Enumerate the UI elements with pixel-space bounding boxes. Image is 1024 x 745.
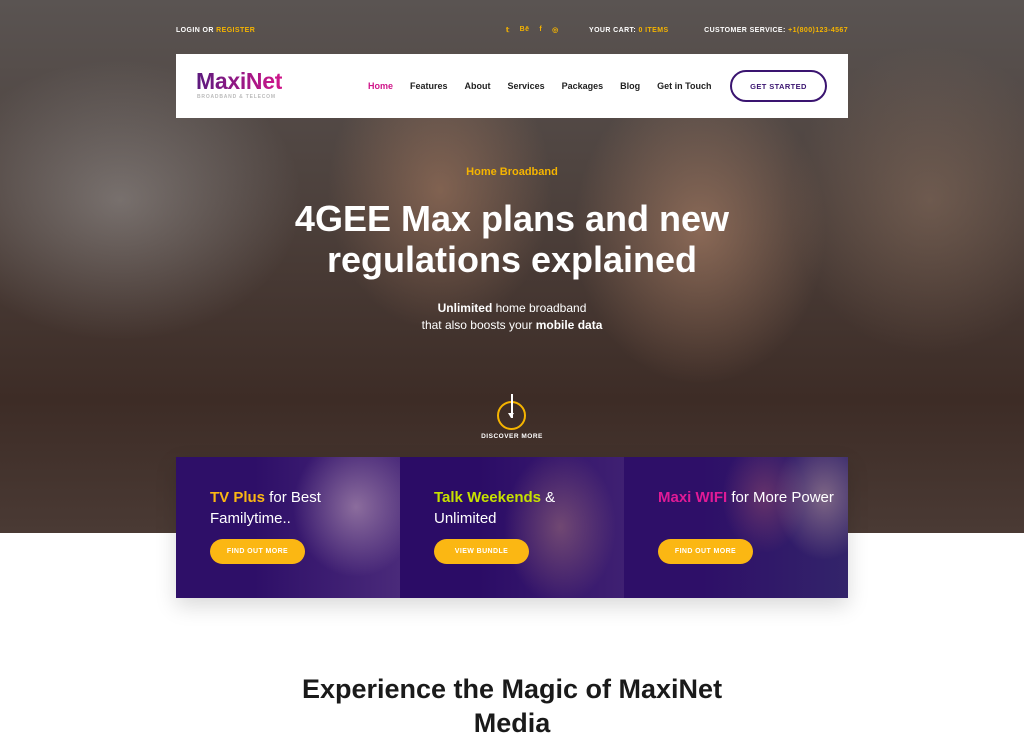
logo-tagline: BROADBAND & TELECOM <box>197 94 276 100</box>
get-started-button[interactable]: GET STARTED <box>730 70 827 102</box>
top-bar: LOGIN OR REGISTER 𝕥 Bē f ◎ YOUR CART: 0 … <box>176 26 848 39</box>
cart-count: 0 ITEMS <box>638 27 669 34</box>
nav-about[interactable]: About <box>465 81 491 91</box>
nav-blog[interactable]: Blog <box>620 81 640 91</box>
logo[interactable]: MaxiNet <box>196 68 282 95</box>
sub-start-2: that also boosts your <box>421 318 536 332</box>
view-bundle-button[interactable]: VIEW BUNDLE <box>434 539 529 564</box>
arrow-down-icon <box>508 394 514 418</box>
section-title-line-1: Experience the Magic of MaxiNet <box>301 674 723 704</box>
login-link[interactable]: LOGIN <box>176 27 200 34</box>
cs-phone[interactable]: +1(800)123-4567 <box>788 27 848 34</box>
nav-home[interactable]: Home <box>368 81 393 91</box>
register-link[interactable]: REGISTER <box>216 27 255 34</box>
section-title: Experience the Magic of MaxiNet Media <box>0 672 1024 740</box>
cart-link[interactable]: YOUR CART: 0 ITEMS <box>589 27 669 34</box>
headline-line-2: regulations explained <box>326 239 698 280</box>
discover-more-label[interactable]: DISCOVER MORE <box>0 433 1024 440</box>
hero-headline: 4GEE Max plans and new regulations explai… <box>0 198 1024 280</box>
card-title: Maxi WIFI for More Power <box>658 487 838 508</box>
behance-icon[interactable]: Bē <box>520 26 530 34</box>
section-title-line-2: Media <box>473 708 551 738</box>
card-title: Talk Weekends & Unlimited <box>434 487 614 529</box>
card-highlight: TV Plus <box>210 489 266 506</box>
twitter-icon[interactable]: 𝕥 <box>506 26 510 34</box>
promo-card: Talk Weekends & Unlimited VIEW BUNDLE <box>400 457 624 598</box>
card-highlight: Maxi WIFI <box>658 489 728 506</box>
instagram-icon[interactable]: ◎ <box>552 26 559 34</box>
card-highlight: Talk Weekends <box>434 489 541 506</box>
facebook-icon[interactable]: f <box>539 26 542 34</box>
nav-packages[interactable]: Packages <box>562 81 604 91</box>
sub-rest-1: home broadband <box>492 301 587 315</box>
or-text: OR <box>200 27 217 34</box>
find-out-more-button[interactable]: FIND OUT MORE <box>210 539 305 564</box>
card-title-rest: for More Power <box>727 489 834 506</box>
nav-get-in-touch[interactable]: Get in Touch <box>657 81 711 91</box>
cart-label: YOUR CART: <box>589 27 639 34</box>
customer-service: CUSTOMER SERVICE: +1(800)123-4567 <box>704 27 848 34</box>
main-nav: MaxiNet BROADBAND & TELECOM Home Feature… <box>176 54 848 118</box>
card-title: TV Plus for Best Familytime.. <box>210 487 390 529</box>
headline-line-1: 4GEE Max plans and new <box>294 198 730 239</box>
find-out-more-button[interactable]: FIND OUT MORE <box>658 539 753 564</box>
sub-bold-2: mobile data <box>535 318 603 332</box>
promo-card: Maxi WIFI for More Power FIND OUT MORE <box>624 457 848 598</box>
discover-more-button[interactable] <box>497 394 526 430</box>
hero-eyebrow: Home Broadband <box>466 166 558 178</box>
sub-bold-1: Unlimited <box>437 301 493 315</box>
promo-card: TV Plus for Best Familytime.. FIND OUT M… <box>176 457 400 598</box>
hero-subtitle: Unlimited home broadband that also boost… <box>0 300 1024 334</box>
promo-cards: TV Plus for Best Familytime.. FIND OUT M… <box>176 457 848 598</box>
cs-label: CUSTOMER SERVICE: <box>704 27 789 34</box>
nav-features[interactable]: Features <box>410 81 448 91</box>
nav-services[interactable]: Services <box>508 81 545 91</box>
